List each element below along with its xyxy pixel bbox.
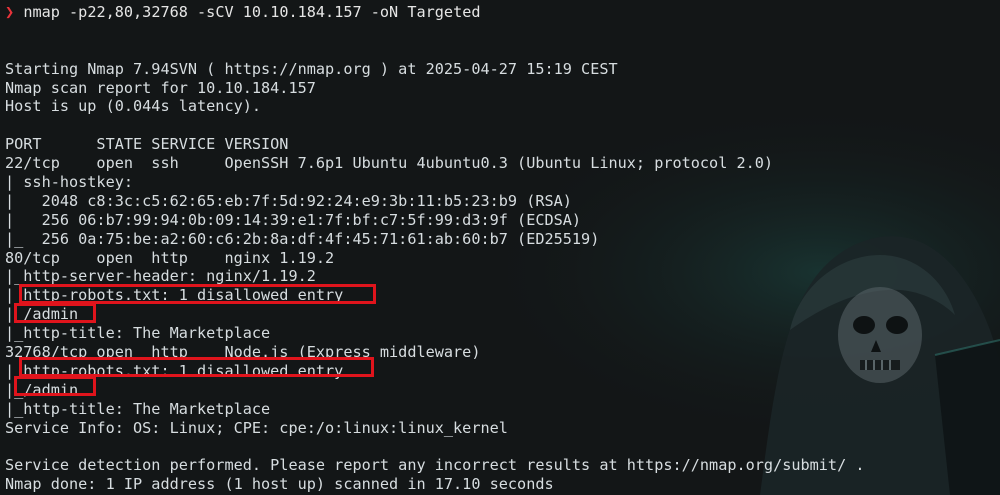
command-text: nmap -p22,80,32768 -sCV 10.10.184.157 -o… (23, 3, 481, 21)
output-line: |_ 256 0a:75:be:a2:60:c6:2b:8a:df:4f:45:… (5, 229, 600, 248)
output-line: Service detection performed. Please repo… (5, 456, 865, 475)
output-line: | ssh-hostkey: (5, 173, 134, 192)
output-line: | 256 06:b7:99:94:0b:09:14:39:e1:7f:bf:c… (5, 210, 582, 229)
output-line: 32768/tcp open http Node.js (Express mid… (5, 343, 481, 362)
prompt-arrow-icon: ❯ (5, 3, 15, 21)
output-line: Host is up (0.044s latency). (5, 97, 262, 116)
output-line: 80/tcp open http nginx 1.19.2 (5, 248, 335, 267)
output-line: Starting Nmap 7.94SVN ( https://nmap.org… (5, 59, 618, 78)
output-line: |_/admin (5, 305, 79, 324)
output-line: 22/tcp open ssh OpenSSH 7.6p1 Ubuntu 4ub… (5, 154, 774, 173)
output-line: Nmap done: 1 IP address (1 host up) scan… (5, 475, 554, 494)
output-line: |_http-title: The Marketplace (5, 399, 271, 418)
output-line: Service Info: OS: Linux; CPE: cpe:/o:lin… (5, 418, 508, 437)
output-line: | http-robots.txt: 1 disallowed entry (5, 361, 344, 380)
output-line: | http-robots.txt: 1 disallowed entry (5, 286, 344, 305)
output-line: Nmap scan report for 10.10.184.157 (5, 78, 316, 97)
output-line: |_/admin (5, 380, 79, 399)
output-line: | 2048 c8:3c:c5:62:65:eb:7f:5d:92:24:e9:… (5, 191, 572, 210)
output-line: |_http-title: The Marketplace (5, 324, 271, 343)
terminal-output: ❯ nmap -p22,80,32768 -sCV 10.10.184.157 … (5, 3, 1000, 494)
output-line: PORT STATE SERVICE VERSION (5, 135, 289, 154)
output-line: |_http-server-header: nginx/1.19.2 (5, 267, 316, 286)
terminal-window[interactable]: ❯ nmap -p22,80,32768 -sCV 10.10.184.157 … (0, 0, 1000, 495)
prompt-line: ❯ nmap -p22,80,32768 -sCV 10.10.184.157 … (5, 3, 1000, 22)
